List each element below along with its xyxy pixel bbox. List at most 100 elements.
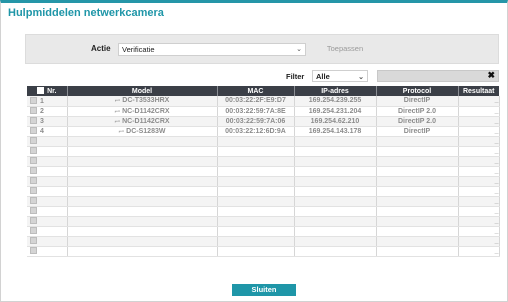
cell-protocol [376,206,459,217]
close-icon[interactable]: ✖ [487,70,495,81]
row-checkbox[interactable] [30,197,37,204]
row-checkbox[interactable] [30,207,37,214]
table-header-row: Nr. Model MAC IP-adres Protocol Resultaa… [27,86,499,96]
cell-result: _ [458,246,500,257]
cell-ip: 169.254.239.255 [294,96,377,107]
row-number: 1 [40,97,44,105]
cell-nr[interactable] [27,136,68,147]
cell-protocol: DirectIP [376,126,459,137]
header-model[interactable]: Model [67,86,218,96]
cell-nr[interactable] [27,146,68,157]
cell-model [67,186,218,197]
cell-mac [217,236,295,247]
cell-protocol [376,156,459,167]
dialog-title: Hulpmiddelen netwerkcamera [8,7,164,19]
row-checkbox[interactable] [30,157,37,164]
empty-table-row[interactable]: _ [27,196,500,207]
close-button[interactable]: Sluiten [232,284,296,296]
empty-table-row[interactable]: _ [27,246,500,257]
header-mac[interactable]: MAC [217,86,295,96]
cell-nr[interactable]: 4 [27,126,68,137]
cell-nr[interactable] [27,236,68,247]
row-number: 3 [40,118,44,125]
row-checkbox[interactable] [30,117,37,124]
cell-protocol [376,246,459,257]
cell-model [67,196,218,207]
header-nr[interactable]: Nr. [27,86,68,96]
header-protocol[interactable]: Protocol [376,86,459,96]
cell-mac [217,246,295,257]
row-checkbox[interactable] [30,227,37,234]
cell-ip [294,246,377,257]
cell-ip: 169.254.231.204 [294,106,377,117]
apply-button[interactable]: Toepassen [316,44,374,56]
empty-table-row[interactable]: _ [27,146,500,157]
cell-result: _ [458,186,500,197]
cell-ip [294,166,377,177]
row-checkbox[interactable] [30,127,37,134]
action-select[interactable]: Verificatie ⌄ [118,43,306,56]
row-checkbox[interactable] [30,137,37,144]
cell-result: _ [458,116,500,127]
empty-table-row[interactable]: _ [27,236,500,247]
cell-mac [217,156,295,167]
table-row[interactable]: 2 ⌐▫ NC-D1142CRX 00:03:22:59:7A:8E 169.254.2… [27,106,500,117]
table-row[interactable]: 3 ⌐▫ NC-D1142CRX 00:03:22:59:7A:06 169.254.6… [27,116,500,127]
cell-nr[interactable] [27,226,68,237]
cell-nr[interactable]: 2 [27,106,68,117]
empty-table-row[interactable]: _ [27,136,500,147]
cell-nr[interactable] [27,216,68,227]
cell-ip [294,216,377,227]
cell-mac [217,216,295,227]
cell-mac: 00:03:22:12:6D:9A [217,126,295,137]
cell-ip [294,146,377,157]
cell-nr[interactable] [27,166,68,177]
cell-mac: 00:03:22:59:7A:8E [217,106,295,117]
select-all-checkbox[interactable] [37,87,45,94]
cell-ip: 169.254.143.178 [294,126,377,137]
row-checkbox[interactable] [30,96,37,104]
cell-nr[interactable] [27,246,68,257]
row-checkbox[interactable] [30,187,37,194]
table-row[interactable]: 1 ⌐▫ DC-T3533HRX 00:03:22:2F:E9:D7 169.254.2… [27,96,500,107]
empty-table-row[interactable]: _ [27,166,500,177]
filter-search-input[interactable]: ✖ [377,70,499,82]
cell-mac [217,176,295,187]
empty-table-row[interactable]: _ [27,216,500,227]
cell-mac [217,196,295,207]
cell-model [67,176,218,187]
cell-result: _ [458,196,500,207]
cell-protocol [376,236,459,247]
empty-table-row[interactable]: _ [27,156,500,167]
cell-nr[interactable] [27,186,68,197]
empty-table-row[interactable]: _ [27,206,500,217]
cell-nr[interactable]: 1 [27,96,68,107]
cell-nr[interactable] [27,156,68,167]
cell-protocol [376,176,459,187]
table-row[interactable]: 4 ⌐▫ DC-S1283W 00:03:22:12:6D:9A 169.254.143… [27,126,500,137]
row-checkbox[interactable] [30,147,37,154]
empty-table-row[interactable]: _ [27,186,500,197]
row-checkbox[interactable] [30,237,37,244]
empty-table-row[interactable]: _ [27,176,500,187]
cell-nr[interactable] [27,206,68,217]
header-result[interactable]: Resultaat [458,86,499,96]
row-checkbox[interactable] [30,247,37,254]
header-ip[interactable]: IP-adres [294,86,377,96]
cell-ip [294,186,377,197]
cell-nr[interactable]: 3 [27,116,68,127]
row-checkbox[interactable] [30,107,37,114]
cell-mac: 00:03:22:59:7A:06 [217,116,295,127]
cell-nr[interactable] [27,176,68,187]
row-checkbox[interactable] [30,167,37,174]
cell-nr[interactable] [27,196,68,207]
cell-result: _ [458,206,500,217]
cell-model [67,136,218,147]
empty-table-row[interactable]: _ [27,226,500,237]
cell-mac [217,166,295,177]
camera-table: Nr. Model MAC IP-adres Protocol Resultaa… [27,86,500,257]
row-checkbox[interactable] [30,217,37,224]
row-checkbox[interactable] [30,177,37,184]
cell-mac [217,226,295,237]
filter-select[interactable]: Alle ⌄ [312,70,368,82]
